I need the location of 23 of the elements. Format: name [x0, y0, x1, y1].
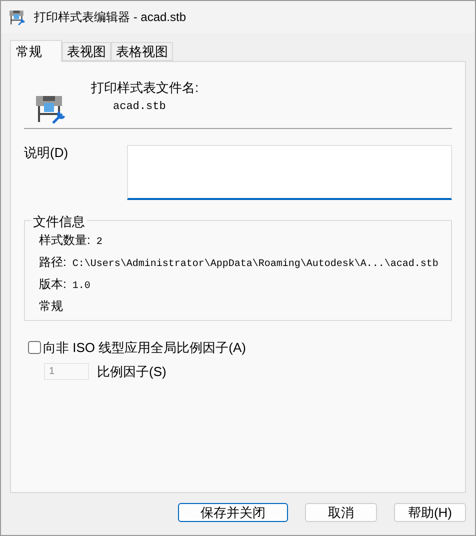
dialog-button[interactable]: 帮助(H) [394, 503, 466, 522]
file-name-label: 打印样式表文件名: [91, 79, 199, 97]
dialog-button[interactable]: 保存并关闭 [178, 503, 288, 522]
info-value: 1.0 [72, 280, 90, 294]
printer-wrench-icon [35, 93, 67, 125]
file-name-value: acad.stb [113, 100, 167, 114]
info-label: 版本: [39, 276, 66, 293]
description-label: 说明(D) [24, 144, 70, 162]
scale-factor-label: 比例因子(S) [97, 362, 166, 381]
printer-wrench-icon [9, 8, 26, 26]
info-label: 常规 [39, 298, 63, 315]
info-value: C:\Users\Administrator\AppData\Roaming\Autodesk\A...\acad.stb [72, 258, 438, 272]
info-label: 样式数量: [39, 232, 90, 249]
checkbox-label: 向非 ISO 线型应用全局比例因子(A) [43, 339, 246, 357]
tab[interactable]: 常规 [10, 40, 62, 62]
checkbox[interactable] [28, 341, 41, 354]
info-value: 2 [96, 236, 102, 250]
tab[interactable]: 表格视图 [111, 42, 173, 61]
info-label: 路径: [39, 254, 66, 271]
tab[interactable]: 表视图 [62, 42, 111, 61]
window-title: 打印样式表编辑器 - acad.stb [34, 9, 186, 26]
dialog-button[interactable]: 取消 [305, 503, 377, 522]
description-field[interactable] [127, 145, 452, 200]
